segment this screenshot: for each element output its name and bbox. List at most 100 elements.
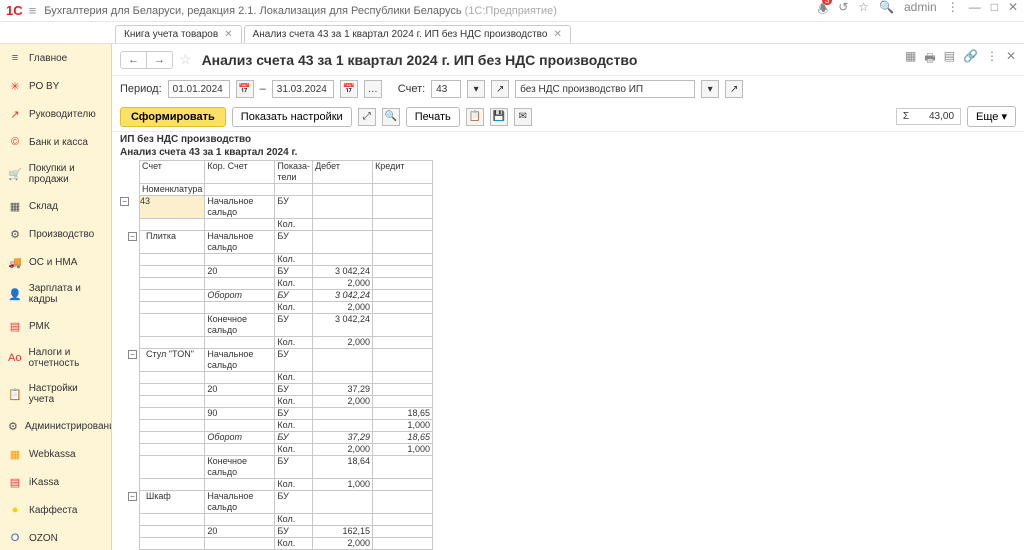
table-row[interactable]: − Плитка Начальное сальдо БУ <box>120 231 433 254</box>
mail-icon[interactable]: ✉ <box>514 108 532 126</box>
date-to-input[interactable]: 31.03.2024 <box>272 80 334 98</box>
sidebar-item-13[interactable]: ▦Webkassa <box>0 440 111 468</box>
export-icon[interactable]: ▦ <box>905 49 916 70</box>
table-row[interactable]: Кол. 2,000 <box>120 302 433 314</box>
date-from-input[interactable]: 01.01.2024 <box>168 80 230 98</box>
cell-kor <box>205 254 275 266</box>
minimize-icon[interactable]: — <box>969 0 981 21</box>
link-icon[interactable]: 🔗 <box>963 49 978 70</box>
table-row[interactable]: Кол. 2,000 <box>120 396 433 408</box>
sidebar-item-5[interactable]: ▦Склад <box>0 192 111 220</box>
sidebar-item-10[interactable]: АоНалоги и отчетность <box>0 340 111 376</box>
sidebar-item-1[interactable]: ✳РО BY <box>0 72 111 100</box>
table-row[interactable]: Кол. <box>120 514 433 526</box>
table-row[interactable]: − Шкаф Начальное сальдо БУ <box>120 491 433 514</box>
table-row[interactable]: Конечное сальдо БУ 3 042,24 <box>120 314 433 337</box>
star-icon[interactable]: ☆ <box>179 51 192 68</box>
search-icon[interactable]: 🔍 <box>879 0 894 21</box>
tab-book[interactable]: Книга учета товаров ✕ <box>115 25 242 43</box>
table-row[interactable]: Кол. 2,000 <box>120 538 433 550</box>
cell-acct <box>140 384 205 396</box>
table-row[interactable]: Кол. 1,000 <box>120 479 433 491</box>
sidebar-item-2[interactable]: ↗Руководителю <box>0 100 111 128</box>
account-dropdown-icon[interactable]: ▾ <box>467 80 485 98</box>
table-row[interactable]: Кол. <box>120 254 433 266</box>
expand-icon[interactable]: ⤢ <box>358 108 376 126</box>
period-select-button[interactable]: … <box>364 80 382 98</box>
cell-credit <box>373 290 433 302</box>
table-row[interactable]: 90 БУ 18,65 <box>120 408 433 420</box>
sidebar-item-12[interactable]: ⚙Администрирование <box>0 412 111 440</box>
kebab-icon[interactable]: ⋮ <box>986 49 998 70</box>
table-row[interactable]: 20 БУ 162,15 <box>120 526 433 538</box>
tree-collapse-icon[interactable]: − <box>128 350 137 359</box>
tab-analysis[interactable]: Анализ счета 43 за 1 квартал 2024 г. ИП … <box>244 25 571 43</box>
account-input[interactable]: 43 <box>431 80 461 98</box>
table-row[interactable]: − Стул "TON" Начальное сальдо БУ <box>120 349 433 372</box>
sidebar-item-label: Банк и касса <box>29 137 88 148</box>
tab-close-icon[interactable]: ✕ <box>224 29 232 40</box>
table-row[interactable]: Оборот БУ 37,29 18,65 <box>120 432 433 444</box>
notification-icon[interactable]: 🕭 <box>817 0 828 21</box>
sidebar-item-16[interactable]: OOZON <box>0 524 111 550</box>
close-page-icon[interactable]: ✕ <box>1006 49 1016 70</box>
form-button[interactable]: Сформировать <box>120 107 226 127</box>
sidebar-item-3[interactable]: ©Банк и касса <box>0 128 111 156</box>
maximize-icon[interactable]: □ <box>991 0 998 21</box>
tree-collapse-icon[interactable]: − <box>120 197 129 206</box>
show-settings-button[interactable]: Показать настройки <box>232 107 352 127</box>
report-body[interactable]: ИП без НДС производство Анализ счета 43 … <box>112 132 1024 550</box>
table-row[interactable]: Кол. 2,000 1,000 <box>120 444 433 456</box>
sidebar-item-7[interactable]: 🚚ОС и НМА <box>0 248 111 276</box>
table-row[interactable]: 20 БУ 37,29 <box>120 384 433 396</box>
search-toolbar-icon[interactable]: 🔍 <box>382 108 400 126</box>
sidebar-item-0[interactable]: ≡Главное <box>0 44 111 72</box>
copy-icon[interactable]: ▤ <box>944 49 955 70</box>
favorite-icon[interactable]: ☆ <box>858 0 869 21</box>
account-open-icon[interactable]: ↗ <box>491 80 509 98</box>
close-icon[interactable]: ✕ <box>1008 0 1018 21</box>
table-row[interactable]: Кол. 1,000 <box>120 420 433 432</box>
table-row[interactable]: Оборот БУ 3 042,24 <box>120 290 433 302</box>
tab-close-icon[interactable]: ✕ <box>553 29 561 40</box>
disk-icon[interactable]: 💾 <box>490 108 508 126</box>
sidebar-item-15[interactable]: ●Каффеста <box>0 496 111 524</box>
org-open-icon[interactable]: ↗ <box>725 80 743 98</box>
org-dropdown-icon[interactable]: ▾ <box>701 80 719 98</box>
sidebar-item-9[interactable]: ▤РМК <box>0 312 111 340</box>
sidebar-item-8[interactable]: 👤Зарплата и кадры <box>0 276 111 312</box>
calendar-from-icon[interactable]: 📅 <box>236 80 254 98</box>
cell-pok: БУ <box>275 231 313 254</box>
sidebar-item-6[interactable]: ⚙Производство <box>0 220 111 248</box>
print-button[interactable]: Печать <box>406 107 460 127</box>
table-row[interactable]: Кол. 2,000 <box>120 278 433 290</box>
save-icon[interactable]: 📋 <box>466 108 484 126</box>
sidebar-item-label: Склад <box>29 201 58 212</box>
history-icon[interactable]: ↺ <box>838 0 848 21</box>
table-row[interactable]: Кол. <box>120 219 433 231</box>
org-input[interactable]: без НДС производство ИП <box>515 80 695 98</box>
sidebar-item-label: OZON <box>29 533 58 544</box>
report-table[interactable]: Счет Кор. Счет Показа- тели Дебет Кредит… <box>120 160 433 550</box>
cell-debit: 2,000 <box>313 444 373 456</box>
table-row[interactable]: Кол. <box>120 372 433 384</box>
calendar-to-icon[interactable]: 📅 <box>340 80 358 98</box>
more-button[interactable]: Еще ▾ <box>967 106 1016 127</box>
sidebar-item-11[interactable]: 📋Настройки учета <box>0 376 111 412</box>
back-button[interactable]: ← <box>121 52 147 68</box>
user-name[interactable]: admin <box>904 0 937 21</box>
tree-collapse-icon[interactable]: − <box>128 492 137 501</box>
forward-button[interactable]: → <box>147 52 172 68</box>
menu-icon[interactable]: ≡ <box>29 3 37 18</box>
print-icon[interactable]: 🖶 <box>924 49 935 70</box>
sidebar-item-4[interactable]: 🛒Покупки и продажи <box>0 156 111 192</box>
table-row[interactable]: 20 БУ 3 042,24 <box>120 266 433 278</box>
header-actions: ▦ 🖶 ▤ 🔗 ⋮ ✕ <box>905 49 1016 70</box>
sidebar-item-14[interactable]: ▤iKassa <box>0 468 111 496</box>
cell-acct <box>140 432 205 444</box>
table-row[interactable]: Конечное сальдо БУ 18,64 <box>120 456 433 479</box>
table-row[interactable]: Кол. 2,000 <box>120 337 433 349</box>
settings-icon[interactable]: ⋮ <box>947 0 959 21</box>
table-row[interactable]: − 43 Начальное сальдо БУ <box>120 196 433 219</box>
tree-collapse-icon[interactable]: − <box>128 232 137 241</box>
